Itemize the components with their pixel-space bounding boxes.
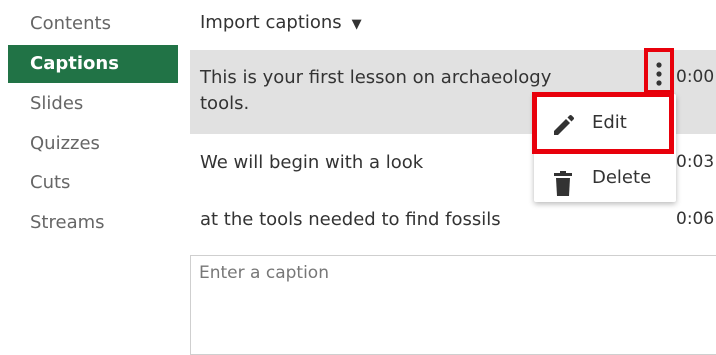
sidebar-item-quizzes[interactable]: Quizzes bbox=[8, 125, 178, 163]
more-options-button[interactable] bbox=[644, 48, 674, 94]
sidebar-item-streams[interactable]: Streams bbox=[8, 204, 178, 242]
sidebar-nav: Contents Captions Slides Quizzes Cuts St… bbox=[0, 0, 185, 342]
caption-time: 0:03 bbox=[676, 152, 715, 172]
caption-row[interactable]: at the tools needed to find fossils 0:06 bbox=[190, 205, 716, 239]
sidebar-item-contents[interactable]: Contents bbox=[8, 5, 178, 43]
caption-text-line: tools. bbox=[200, 93, 250, 114]
edit-label: Edit bbox=[592, 112, 627, 133]
delete-label: Delete bbox=[592, 167, 652, 188]
caption-time: 0:06 bbox=[676, 209, 715, 229]
import-captions-label: Import captions bbox=[200, 12, 342, 33]
sidebar-item-slides[interactable]: Slides bbox=[8, 85, 178, 123]
caret-down-icon: ▼ bbox=[351, 17, 362, 32]
caption-text-line: This is your first lesson on archaeology bbox=[200, 67, 552, 88]
trash-icon bbox=[551, 166, 575, 218]
sidebar-item-cuts[interactable]: Cuts bbox=[8, 164, 178, 202]
caption-time: 0:00 bbox=[676, 67, 715, 87]
caption-input[interactable] bbox=[190, 255, 716, 355]
sidebar-item-captions[interactable]: Captions bbox=[8, 45, 178, 83]
caption-text: We will begin with a look bbox=[200, 152, 424, 173]
caption-text: This is your first lesson on archaeology… bbox=[200, 64, 551, 118]
edit-menu-item[interactable]: Edit bbox=[532, 92, 674, 154]
kebab-menu-icon bbox=[656, 62, 662, 86]
caption-text: at the tools needed to find fossils bbox=[200, 209, 501, 230]
import-captions-dropdown[interactable]: Import captions ▼ bbox=[200, 8, 362, 38]
caption-context-menu: Edit Delete bbox=[532, 92, 676, 204]
delete-menu-item[interactable]: Delete bbox=[534, 152, 676, 204]
